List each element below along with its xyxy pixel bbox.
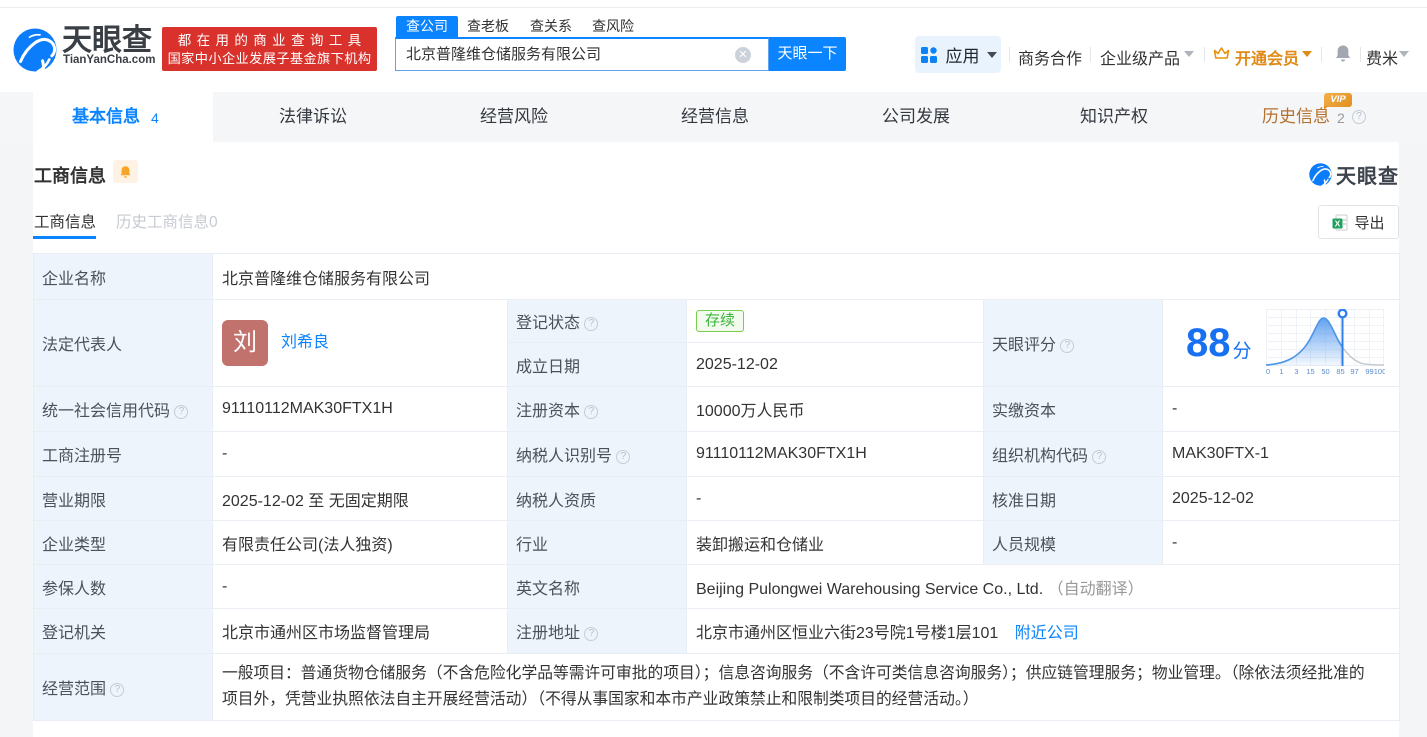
svg-text:100: 100 (1373, 367, 1384, 376)
svg-text:0: 0 (1266, 367, 1270, 376)
svg-text:1: 1 (1279, 367, 1283, 376)
svg-text:15: 15 (1306, 367, 1314, 376)
svg-text:X: X (1335, 218, 1341, 228)
svg-text:85: 85 (1336, 367, 1344, 376)
svg-text:3: 3 (1294, 367, 1298, 376)
svg-text:97: 97 (1350, 367, 1358, 376)
svg-text:50: 50 (1321, 367, 1329, 376)
svg-text:99: 99 (1365, 367, 1373, 376)
